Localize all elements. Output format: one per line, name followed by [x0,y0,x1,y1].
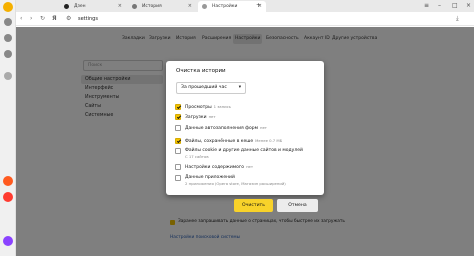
tab-bar: Дзен × История × Настройки × + ≡ – □ × [16,0,474,12]
tab-label: Настройки [212,4,238,9]
clock-icon [132,4,137,9]
views-detail: 1 запись [213,104,231,109]
option-label: Настройки содержимого нет [185,163,253,172]
profile-icon[interactable] [3,2,13,12]
clear-history-dialog: Очистка истории За прошедший час ▾ Просм… [166,61,324,212]
close-icon[interactable]: × [188,1,192,12]
maximize-icon[interactable]: □ [452,0,458,12]
cookies-sub: С 17 сайтов [185,154,209,159]
back-icon[interactable]: ‹ [20,12,22,26]
option-label: Загрузки нет [185,113,216,122]
new-tab-icon[interactable]: + [256,0,261,12]
dialog-title: Очистка истории [176,68,226,74]
views-label: Просмотры [185,105,212,110]
app-data-sub: 2 приложения (Opera store, Магазин расши… [185,181,286,186]
downloads-checkbox[interactable] [175,114,181,120]
close-icon[interactable]: × [118,1,122,12]
dzen-icon [64,4,69,9]
download-icon[interactable]: ⤓ [456,12,459,26]
option-label: Просмотры 1 запись [185,103,231,112]
address-bar: ‹ › ↻ Я ⚙ settings ⤓ [16,12,474,26]
period-value: За прошедший час [181,85,227,90]
reload-icon[interactable]: ↻ [40,12,45,26]
tab-label: История [142,4,162,9]
cancel-button[interactable]: Отмена [277,199,318,212]
content-settings-checkbox[interactable] [175,164,181,170]
minimize-icon[interactable]: – [438,0,441,12]
url-text[interactable]: settings [78,14,98,24]
period-select[interactable]: За прошедший час ▾ [176,82,246,94]
music-icon[interactable] [3,176,13,186]
content-settings-label: Настройки содержимого [185,165,245,170]
cache-label: Файлы, сохранённые в кеше [185,139,254,144]
option-label: Файлы, сохранённые в кеше Менее 0.7 МБ [185,137,282,146]
yandex-icon[interactable]: Я [52,12,57,26]
bookmarks-icon[interactable] [4,18,12,26]
messenger-icon[interactable] [3,192,13,202]
downloads-detail: нет [208,114,216,119]
add-panel-icon[interactable] [4,72,12,80]
tab-label: Дзен [74,4,86,9]
alice-icon[interactable] [3,236,13,246]
chevron-down-icon: ▾ [238,85,241,90]
forward-icon[interactable]: › [30,12,32,26]
clear-button[interactable]: Очистить [234,199,273,212]
tab-dzen[interactable]: Дзен × [60,1,126,12]
downloads-icon[interactable] [4,50,12,58]
left-sidebar [0,0,16,256]
history-icon[interactable] [4,34,12,42]
settings-page-icon: ⚙ [66,15,72,22]
content-settings-detail: нет [246,164,254,169]
cache-checkbox[interactable] [175,138,181,144]
app-data-checkbox[interactable] [175,175,181,181]
cache-detail: Менее 0.7 МБ [255,138,283,143]
tab-history[interactable]: История × [128,1,196,12]
downloads-label: Загрузки [185,115,207,120]
views-checkbox[interactable] [175,104,181,110]
menu-icon[interactable]: ≡ [424,0,429,12]
autofill-checkbox[interactable] [175,125,181,131]
gear-icon [202,4,207,9]
autofill-detail: нет [259,125,268,130]
option-label: Данные автозаполнения форм нет [185,124,267,133]
autofill-label: Данные автозаполнения форм [185,126,258,131]
close-window-icon[interactable]: × [466,0,471,12]
cookies-checkbox[interactable] [175,148,181,154]
